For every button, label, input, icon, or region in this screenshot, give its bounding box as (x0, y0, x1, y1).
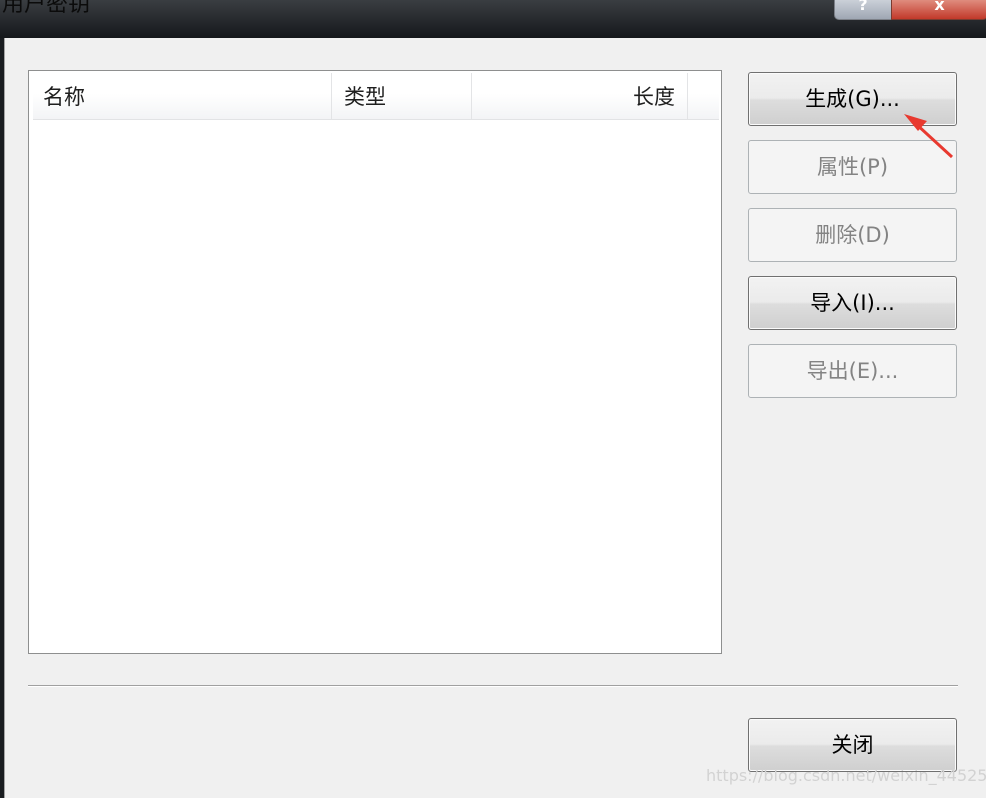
watermark: https://blog.csdn.net/weixin_44525772 (706, 766, 986, 785)
import-button[interactable]: 导入(I)... (748, 276, 957, 330)
column-header-label: 类型 (344, 85, 386, 109)
column-header-filler (688, 73, 719, 119)
properties-button[interactable]: 属性(P) (748, 140, 957, 194)
window-close-button[interactable]: x (891, 0, 986, 20)
close-button[interactable]: 关闭 (748, 718, 957, 772)
help-button[interactable]: ? (834, 0, 892, 20)
export-button[interactable]: 导出(E)... (748, 344, 957, 398)
separator-line (28, 685, 958, 687)
column-header-name[interactable]: 名称 (33, 73, 332, 119)
column-header-label: 名称 (43, 85, 85, 109)
generate-button[interactable]: 生成(G)... (748, 72, 957, 126)
column-header-label: 长度 (633, 85, 675, 109)
title-bar: 用户密钥 ? x (0, 0, 986, 38)
list-header: 名称 类型 长度 (33, 73, 719, 120)
column-header-length[interactable]: 长度 (472, 73, 688, 119)
key-list[interactable]: 名称 类型 长度 (28, 70, 722, 654)
window-title: 用户密钥 (2, 0, 91, 17)
column-header-type[interactable]: 类型 (332, 73, 472, 119)
delete-button[interactable]: 删除(D) (748, 208, 957, 262)
